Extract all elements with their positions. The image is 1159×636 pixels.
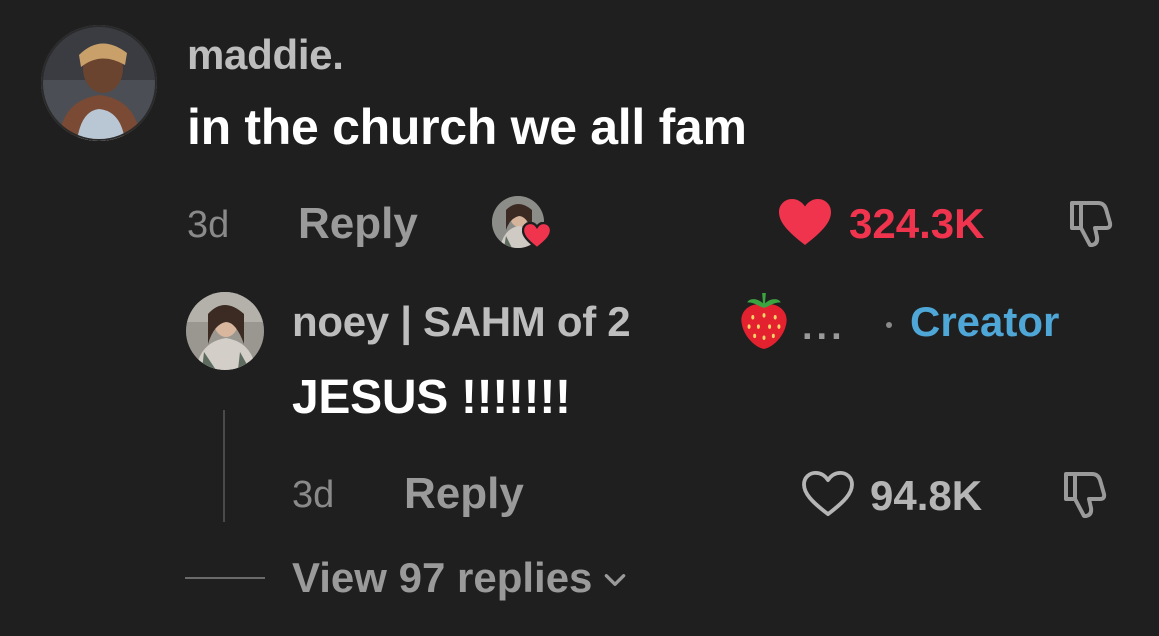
strawberry-icon	[741, 293, 787, 349]
comment-text: in the church we all fam	[187, 99, 747, 155]
view-replies-label: View 97 replies	[292, 554, 593, 601]
username-truncation: ...	[802, 306, 846, 348]
heart-outline-icon[interactable]	[801, 470, 855, 518]
creator-liked-heart-icon	[522, 222, 552, 250]
thumbs-down-icon[interactable]	[1058, 468, 1110, 520]
comment-timestamp: 3d	[187, 204, 230, 246]
reply-timestamp: 3d	[292, 474, 335, 516]
commenter-username[interactable]: maddie.	[187, 31, 344, 79]
view-replies-button[interactable]: View 97 replies	[292, 550, 628, 606]
reply-username[interactable]: noey | SAHM of 2	[292, 298, 631, 346]
comment-like-count: 324.3K	[849, 200, 985, 247]
comment-reply-button[interactable]: Reply	[298, 199, 418, 249]
thread-connector-line	[223, 410, 225, 522]
chevron-down-icon	[605, 574, 626, 586]
reply-avatar-image	[186, 292, 264, 370]
commenter-avatar[interactable]	[41, 25, 157, 141]
creator-liked-indicator	[492, 196, 556, 254]
creator-badge: Creator	[910, 298, 1060, 345]
thumbs-down-icon[interactable]	[1064, 197, 1116, 249]
reply-reply-button[interactable]: Reply	[404, 469, 524, 519]
heart-filled-icon[interactable]	[777, 197, 833, 247]
view-replies-divider	[185, 577, 265, 579]
reply-like-count: 94.8K	[870, 472, 983, 519]
badge-separator-dot	[886, 322, 892, 328]
commenter-avatar-image	[41, 25, 157, 141]
comment-thread: maddie. in the church we all fam 3d Repl…	[0, 0, 1159, 636]
reply-avatar[interactable]	[186, 292, 264, 370]
reply-text: JESUS !!!!!!!	[292, 371, 571, 424]
